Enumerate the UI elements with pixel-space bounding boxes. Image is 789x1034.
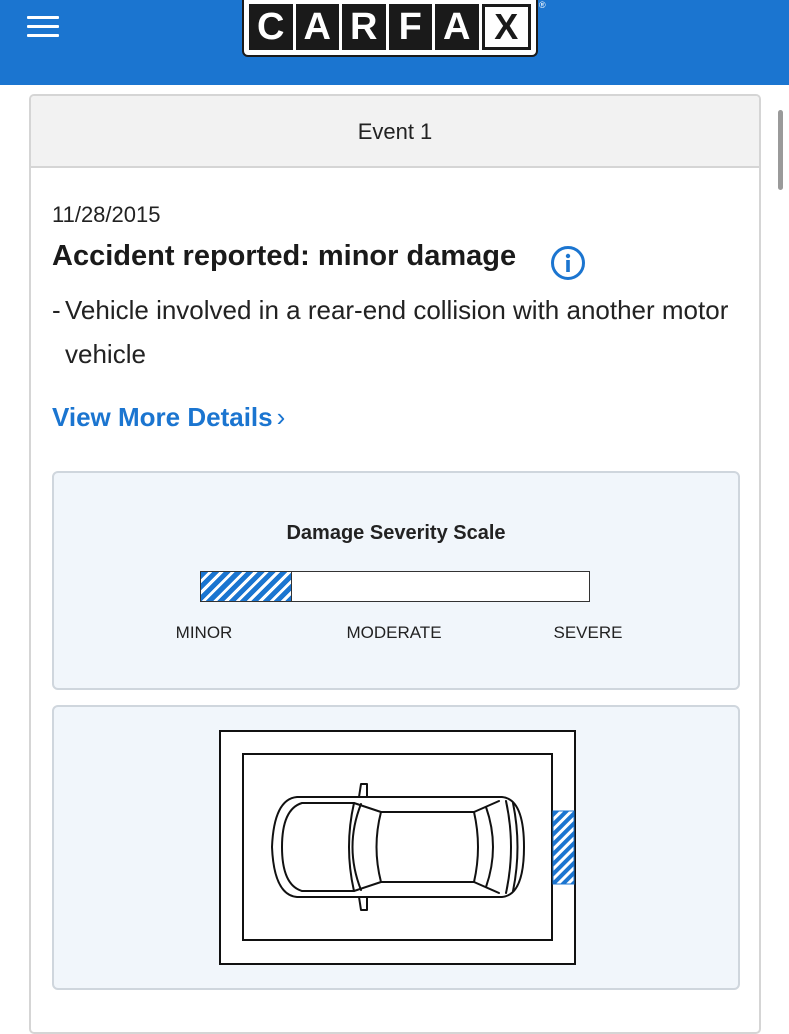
carfax-logo[interactable]: C A R F A X [242, 0, 538, 57]
chevron-right-icon: › [276, 402, 286, 432]
severity-scale-title: Damage Severity Scale [286, 522, 506, 544]
logo-letter: X [481, 4, 531, 50]
damage-diagram [219, 730, 576, 965]
severity-label-severe: SEVERE [553, 623, 623, 642]
damage-diagram-panel [52, 705, 740, 990]
event-headline: Accident reported: minor damage [52, 240, 517, 272]
app-header: C A R F A X ® [0, 0, 789, 85]
severity-label-minor: MINOR [175, 623, 233, 642]
rear-damage-highlight [552, 810, 575, 885]
severity-scale-bar [200, 571, 590, 602]
logo-letter: C [249, 4, 293, 50]
registered-mark: ® [539, 0, 546, 10]
severity-label-moderate: MODERATE [346, 623, 442, 642]
event-title: Event 1 [31, 96, 759, 168]
event-date: 11/28/2015 [52, 202, 161, 227]
car-top-view-icon [271, 783, 525, 911]
scrollbar-thumb[interactable] [778, 110, 783, 190]
view-more-details-link[interactable]: View More Details › [52, 402, 285, 433]
detail-dash: - [52, 295, 61, 325]
severity-fill [201, 572, 293, 601]
logo-letter: R [342, 4, 386, 50]
info-circle-icon[interactable] [550, 245, 586, 281]
detail-text: Vehicle involved in a rear-end collision… [65, 295, 729, 369]
event-detail: - Vehicle involved in a rear-end collisi… [52, 288, 742, 376]
logo-letter: A [295, 4, 339, 50]
logo-letter: F [388, 4, 432, 50]
logo-letter: A [435, 4, 479, 50]
damage-severity-panel: Damage Severity Scale MINOR MODERATE SEV… [52, 471, 740, 690]
view-more-label: View More Details [52, 402, 273, 432]
hamburger-menu-icon[interactable] [27, 16, 59, 40]
